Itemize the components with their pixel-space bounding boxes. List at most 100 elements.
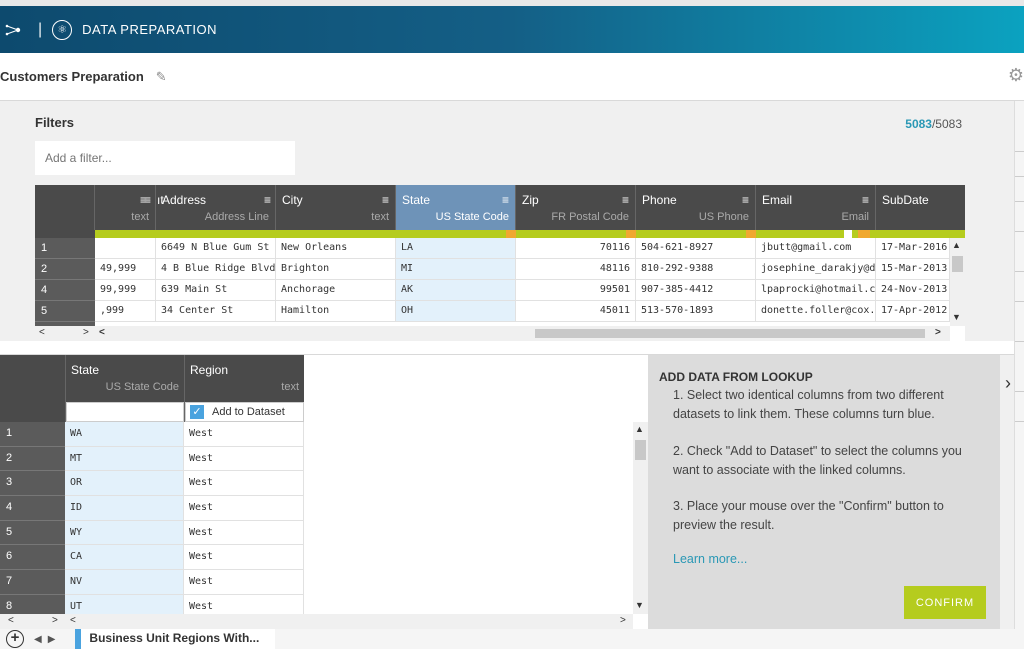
table-cell[interactable]: 810-292-9388 xyxy=(636,259,756,279)
table-cell[interactable]: West xyxy=(184,545,304,570)
table-cell[interactable]: West xyxy=(184,520,304,545)
table-cell[interactable]: jbutt@gmail.com xyxy=(756,238,876,258)
table-cell[interactable]: 639 Main St xyxy=(156,280,276,300)
column-menu-icon[interactable]: ≡ xyxy=(742,193,749,207)
scroll-thumb[interactable] xyxy=(952,256,963,272)
table-cell[interactable]: CA xyxy=(65,545,184,570)
table-row[interactable]: 49,999 4 B Blue Ridge Blvd Brighton MI 4… xyxy=(95,259,950,280)
table-row[interactable]: ,999 34 Center St Hamilton OH 45011 513-… xyxy=(95,301,950,322)
table-cell[interactable]: Brighton xyxy=(276,259,396,279)
table-cell[interactable]: ,999 xyxy=(95,301,156,321)
table-cell[interactable]: MI xyxy=(396,259,516,279)
table-row[interactable]: ID West xyxy=(65,496,304,521)
table-cell[interactable]: AK xyxy=(396,280,516,300)
table-cell[interactable]: WY xyxy=(65,520,184,545)
table-row[interactable]: CA West xyxy=(65,545,304,571)
column-header[interactable]: ≡ City text ≡ xyxy=(264,185,396,230)
learn-more-link[interactable]: Learn more... xyxy=(673,552,747,566)
table-cell[interactable]: LA xyxy=(396,238,516,258)
table-cell[interactable]: lpaprocki@hotmail.com xyxy=(756,280,876,300)
table-cell[interactable]: 24-Nov-2013 xyxy=(876,280,950,300)
lookup-horizontal-scrollbar[interactable]: < > < > xyxy=(0,614,633,629)
prev-tab-icon[interactable]: ◀ xyxy=(34,634,42,645)
table-cell[interactable]: OR xyxy=(65,471,184,496)
table-cell[interactable]: OH xyxy=(396,301,516,321)
table-cell[interactable]: ID xyxy=(65,496,184,520)
table-row[interactable]: NV West xyxy=(65,570,304,595)
table-row[interactable]: OR West xyxy=(65,471,304,497)
column-menu-icon[interactable]: ≡ xyxy=(862,193,869,207)
table-cell[interactable]: 15-Mar-2013 xyxy=(876,259,950,279)
table-row[interactable]: MT West xyxy=(65,446,304,472)
scroll-down-icon[interactable]: ▼ xyxy=(635,600,644,610)
column-menu-icon[interactable]: ≡ xyxy=(144,193,151,207)
table-cell[interactable]: WA xyxy=(65,422,184,446)
table-cell[interactable]: 70116 xyxy=(516,238,636,258)
table-cell[interactable]: 4 B Blue Ridge Blvd xyxy=(156,259,276,279)
scroll-up-icon[interactable]: ▲ xyxy=(635,424,644,434)
table-cell[interactable]: 504-621-8927 xyxy=(636,238,756,258)
add-filter-input[interactable] xyxy=(35,141,295,175)
table-row[interactable]: 99,999 639 Main St Anchorage AK 99501 90… xyxy=(95,280,950,301)
table-cell[interactable]: West xyxy=(184,471,304,496)
scroll-left-icon[interactable]: < xyxy=(70,615,76,626)
column-select-cell[interactable] xyxy=(66,402,184,422)
network-logo-icon[interactable] xyxy=(4,22,24,38)
scroll-right-icon[interactable]: > xyxy=(620,615,626,626)
table-cell[interactable] xyxy=(95,238,156,258)
table-cell[interactable]: 45011 xyxy=(516,301,636,321)
table-row[interactable]: WY West xyxy=(65,520,304,546)
lookup-column-state[interactable]: State US State Code xyxy=(65,355,184,422)
scroll-left-icon[interactable]: < xyxy=(39,327,45,338)
column-header[interactable]: ≡ ıt text xyxy=(95,185,164,230)
lookup-tab[interactable]: Business Unit Regions With... xyxy=(75,629,276,649)
column-menu-icon[interactable]: ≡ xyxy=(502,193,509,207)
scroll-right-icon[interactable]: > xyxy=(935,327,941,338)
table-cell[interactable]: 907-385-4412 xyxy=(636,280,756,300)
column-menu-icon[interactable]: ≡ xyxy=(264,193,271,207)
table-cell[interactable]: 34 Center St xyxy=(156,301,276,321)
scroll-thumb[interactable] xyxy=(535,329,925,338)
table-cell[interactable]: 6649 N Blue Gum St xyxy=(156,238,276,258)
table-cell[interactable]: West xyxy=(184,446,304,471)
column-header[interactable]: ≡ Address Address Line xyxy=(144,185,276,230)
column-header[interactable]: Phone ≡ US Phone xyxy=(636,185,756,230)
next-tab-icon[interactable]: ▶ xyxy=(48,634,56,645)
table-cell[interactable]: 99,999 xyxy=(95,280,156,300)
scroll-down-icon[interactable]: ▼ xyxy=(952,312,961,322)
table-cell[interactable]: West xyxy=(184,496,304,520)
gear-icon[interactable]: ⚙ xyxy=(1008,65,1024,86)
add-lookup-icon[interactable]: + xyxy=(6,630,24,648)
scroll-left-icon[interactable]: < xyxy=(8,615,14,626)
grid-horizontal-scrollbar[interactable]: < > xyxy=(95,326,950,341)
column-header[interactable]: SubDate xyxy=(876,185,965,230)
table-cell[interactable]: 49,999 xyxy=(95,259,156,279)
table-cell[interactable]: New Orleans xyxy=(276,238,396,258)
column-header[interactable]: Zip ≡ FR Postal Code xyxy=(516,185,636,230)
table-cell[interactable]: josephine_darakjy@darakjy.org xyxy=(756,259,876,279)
scroll-right-icon[interactable]: > xyxy=(83,327,89,338)
scroll-thumb[interactable] xyxy=(635,440,646,460)
table-cell[interactable]: Anchorage xyxy=(276,280,396,300)
table-row[interactable]: WA West xyxy=(65,422,304,447)
scroll-right-icon[interactable]: > xyxy=(52,615,58,626)
column-header-selected[interactable]: State ≡ US State Code xyxy=(396,185,516,230)
checkbox-checked-icon[interactable]: ✓ xyxy=(190,405,204,419)
add-to-dataset-option[interactable]: ✓ Add to Dataset xyxy=(185,402,304,422)
table-cell[interactable]: 513-570-1893 xyxy=(636,301,756,321)
table-cell[interactable]: 99501 xyxy=(516,280,636,300)
table-cell[interactable]: West xyxy=(184,570,304,594)
scroll-up-icon[interactable]: ▲ xyxy=(952,240,961,250)
expand-panel-chevron-icon[interactable]: › xyxy=(1005,373,1011,394)
rownum-horizontal-scrollbar[interactable]: < > xyxy=(35,326,95,341)
grid-vertical-scrollbar[interactable]: ▲ ▼ xyxy=(950,238,965,326)
table-cell[interactable]: donette.foller@cox.net xyxy=(756,301,876,321)
lookup-column-region[interactable]: Region text ✓ Add to Dataset xyxy=(184,355,304,422)
confirm-button[interactable]: CONFIRM xyxy=(904,586,986,619)
table-cell[interactable]: 48116 xyxy=(516,259,636,279)
edit-pencil-icon[interactable]: ✎ xyxy=(156,69,167,85)
table-cell[interactable]: 17-Mar-2016 xyxy=(876,238,950,258)
table-cell[interactable]: Hamilton xyxy=(276,301,396,321)
table-cell[interactable]: NV xyxy=(65,570,184,594)
table-cell[interactable]: 17-Apr-2012 xyxy=(876,301,950,321)
